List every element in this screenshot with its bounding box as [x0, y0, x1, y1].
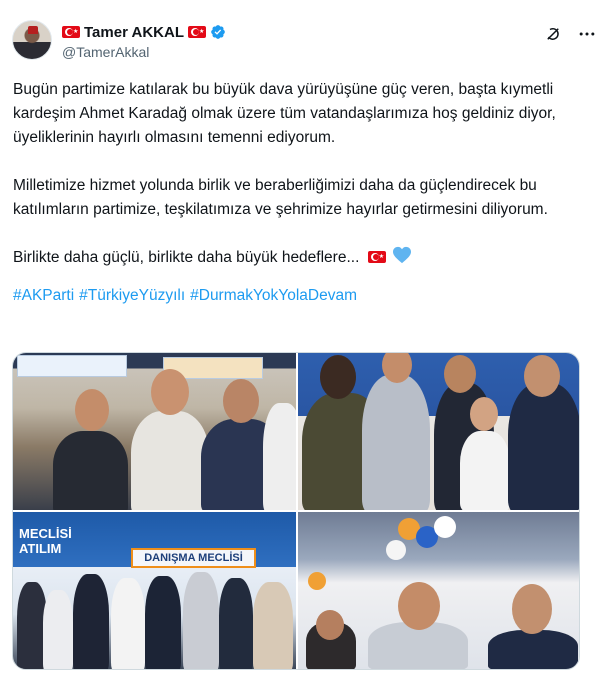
avatar[interactable]: [12, 20, 52, 60]
grok-icon[interactable]: [543, 24, 563, 44]
blue-heart-icon: [393, 246, 411, 264]
tweet-text: Bugün partimize katılarak bu büyük dava …: [13, 78, 593, 308]
hashtag-link[interactable]: #DurmakYokYolaDevam: [190, 284, 357, 308]
photo-3-sign: DANIŞMA MECLİSİ: [131, 548, 256, 568]
turkey-flag-icon: ★: [188, 26, 207, 38]
turkey-flag-icon: ★: [367, 251, 386, 263]
banner-line: ATILIM: [19, 541, 62, 556]
photo-4[interactable]: [298, 512, 579, 669]
hashtag-link[interactable]: #AKParti: [13, 284, 74, 308]
media-grid: MECLİSİ ATILIM DANIŞMA MECLİSİ: [12, 352, 580, 670]
turkey-flag-icon: ★: [62, 26, 80, 38]
tweet-paragraph-final: Birlikte daha güçlü, birlikte daha büyük…: [13, 246, 593, 270]
hashtag-link[interactable]: #TürkiyeYüzyılı: [79, 284, 185, 308]
banner-line: MECLİSİ: [19, 526, 72, 541]
hashtag-row: #AKParti #TürkiyeYüzyılı #DurmakYokYolaD…: [13, 284, 593, 308]
user-handle[interactable]: @TamerAkkal: [62, 44, 226, 60]
photo-2[interactable]: [298, 353, 579, 510]
tweet-paragraph: Birlikte daha güçlü, birlikte daha büyük…: [13, 249, 360, 266]
verified-badge-icon: [211, 25, 225, 39]
photo-3[interactable]: MECLİSİ ATILIM DANIŞMA MECLİSİ: [13, 512, 296, 669]
more-icon[interactable]: [577, 24, 597, 44]
photo-3-banner-text: MECLİSİ ATILIM: [19, 526, 72, 556]
tweet-paragraph: Bugün partimize katılarak bu büyük dava …: [13, 81, 556, 146]
photo-1[interactable]: [13, 353, 296, 510]
tweet-paragraph: Milletimize hizmet yolunda birlik ve ber…: [13, 177, 548, 218]
display-name[interactable]: Tamer AKKAL: [84, 24, 184, 41]
user-info: ★ Tamer AKKAL ★ @TamerAkkal: [62, 22, 226, 60]
tweet-header: ★ Tamer AKKAL ★ @TamerAkkal: [12, 14, 601, 66]
